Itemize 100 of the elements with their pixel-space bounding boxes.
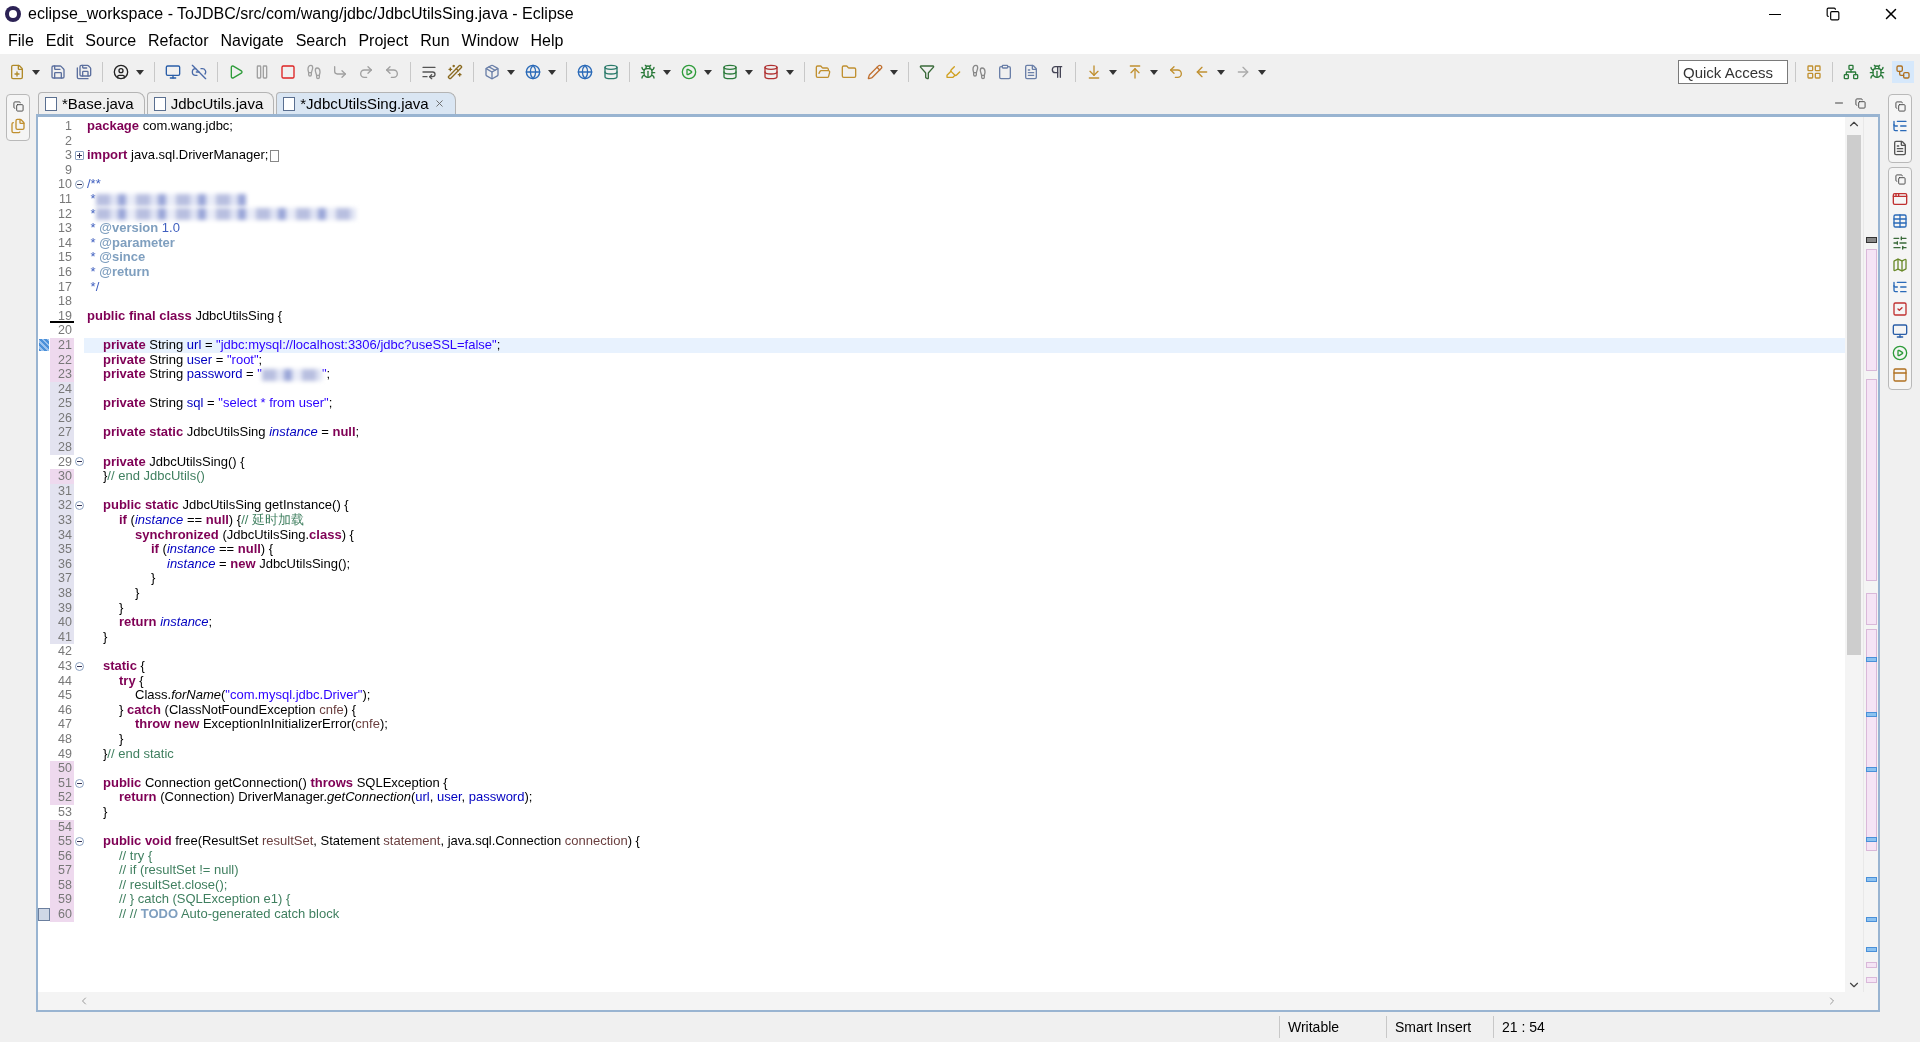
- line-number: 37: [50, 571, 74, 586]
- line-number: 59: [50, 892, 74, 908]
- menu-item[interactable]: Help: [524, 29, 570, 53]
- status-text: Smart Insert: [1386, 1016, 1493, 1038]
- editor-tab[interactable]: *JdbcUtilsSing.java: [276, 92, 456, 114]
- collapse-icon[interactable]: [74, 836, 84, 846]
- caret-icon[interactable]: [1258, 69, 1266, 75]
- console-icon[interactable]: [1892, 323, 1908, 339]
- code-line: if (instance == null) {// 延时加载: [118, 513, 304, 528]
- hierarchy-icon[interactable]: [1892, 279, 1908, 295]
- outline-icon[interactable]: [1892, 118, 1908, 134]
- close-icon[interactable]: [433, 98, 445, 109]
- java-perspective-icon[interactable]: [1892, 61, 1914, 83]
- expand-icon[interactable]: [74, 151, 84, 160]
- caret-icon[interactable]: [136, 69, 144, 75]
- window-icon[interactable]: [1892, 367, 1908, 383]
- vertical-scrollbar[interactable]: [1845, 117, 1863, 992]
- code-line: private static JdbcUtilsSing instance = null;: [102, 425, 361, 441]
- caret-icon[interactable]: [1109, 69, 1117, 75]
- menu-item[interactable]: Run: [414, 29, 456, 53]
- code-line: return (Connection) DriverManager.getConnection(url, user, password);: [119, 790, 534, 805]
- code-line: private JdbcUtilsSing() {: [102, 454, 246, 470]
- code-line: instance = new JdbcUtilsSing();: [167, 556, 352, 572]
- java-file-icon: [283, 96, 296, 111]
- code-line: // if (resultSet != null): [118, 863, 240, 878]
- code-line: return instance;: [118, 615, 214, 630]
- code-line: private String sql = "select * from user";: [102, 396, 334, 411]
- code-line: private String user = "root";: [102, 352, 263, 368]
- code-line: Class.forName("com.mysql.jdbc.Driver");: [135, 688, 372, 703]
- status-text: Writable: [1279, 1016, 1386, 1038]
- cursor-position: 21 : 54: [1493, 1016, 1600, 1038]
- code-line: public Connection getConnection() throws SQLException {: [102, 775, 449, 791]
- code-line: public void free(ResultSet resultSet, Statement statement, java.sql.Connection connection) {: [102, 834, 641, 849]
- caret-icon[interactable]: [548, 69, 556, 75]
- line-number: 50: [50, 761, 74, 776]
- menu-item[interactable]: Navigate: [214, 29, 290, 53]
- caret-icon[interactable]: [786, 69, 794, 75]
- maximize-icon[interactable]: [1855, 97, 1866, 109]
- caret-icon[interactable]: [1217, 69, 1225, 75]
- menu-item[interactable]: Search: [289, 29, 353, 53]
- code-line: * @version 1.0: [89, 221, 181, 236]
- line-number: 32: [50, 498, 74, 514]
- menu-item[interactable]: Edit: [39, 29, 80, 53]
- code-line: /**: [86, 177, 102, 192]
- collapse-icon[interactable]: [74, 180, 84, 190]
- code-line: static {: [102, 658, 146, 674]
- caret-icon[interactable]: [745, 69, 753, 75]
- restore-icon[interactable]: [1894, 174, 1906, 185]
- code-line: private String password = " ";: [102, 367, 332, 382]
- caret-icon[interactable]: [507, 69, 515, 75]
- minimize-icon: [1769, 13, 1781, 15]
- caret-icon[interactable]: [890, 69, 898, 75]
- collapse-icon[interactable]: [74, 661, 84, 671]
- map-icon[interactable]: [1892, 257, 1908, 273]
- code-line: }: [134, 586, 141, 601]
- editor-tab[interactable]: *Base.java: [38, 92, 145, 114]
- run-icon[interactable]: [1892, 345, 1908, 361]
- java-file-icon: [45, 96, 57, 111]
- line-number: 30: [50, 469, 74, 484]
- menu-item[interactable]: Source: [79, 29, 143, 53]
- caret-icon[interactable]: [32, 69, 40, 75]
- code-line: public static JdbcUtilsSing getInstance() {: [102, 498, 350, 514]
- menu-item[interactable]: File: [2, 29, 40, 53]
- code-line: }: [118, 731, 125, 747]
- code-line: if (instance == null) {: [151, 542, 274, 557]
- code-line: // try {: [119, 848, 154, 864]
- editor-tab[interactable]: JdbcUtils.java: [146, 92, 275, 114]
- restore-icon: [1826, 7, 1840, 21]
- restore-icon[interactable]: [1894, 101, 1906, 112]
- restore-icon[interactable]: [12, 101, 24, 112]
- caret-icon[interactable]: [1150, 69, 1158, 75]
- package-explorer-icon[interactable]: [10, 118, 26, 134]
- document-icon[interactable]: [1892, 140, 1908, 156]
- code-line: import java.sql.DriverManager;: [84, 148, 1845, 163]
- code-line: throw new ExceptionInInitializerError(cnfe);: [134, 717, 389, 732]
- window-title: eclipse_workspace - ToJDBC/src/com/wang/jdbc/JdbcUtilsSing.java - Eclipse: [28, 5, 575, 23]
- line-number: 33: [50, 513, 74, 528]
- line-number: 40: [50, 615, 74, 630]
- code-line: }: [150, 571, 157, 586]
- menu-item[interactable]: Refactor: [142, 29, 215, 53]
- menu-item[interactable]: Project: [352, 29, 415, 53]
- sliders-icon[interactable]: [1892, 235, 1908, 251]
- code-line: *: [84, 191, 1845, 207]
- folded-code-icon[interactable]: [270, 149, 280, 162]
- code-line: // // TODO Auto-generated catch block: [118, 907, 341, 922]
- code-line: *: [84, 206, 1845, 222]
- quick-access-field[interactable]: Quick Access: [1678, 60, 1788, 84]
- code-line: synchronized (JdbcUtilsSing.class) {: [135, 527, 355, 543]
- caret-icon[interactable]: [704, 69, 712, 75]
- line-number: 38: [50, 586, 74, 601]
- menu-item[interactable]: Window: [455, 29, 525, 53]
- line-number: 57: [50, 863, 74, 878]
- line-number: 55: [50, 834, 74, 849]
- table-icon[interactable]: [1892, 213, 1908, 229]
- collapse-icon[interactable]: [74, 778, 84, 788]
- collapse-icon[interactable]: [74, 501, 84, 511]
- collapse-icon[interactable]: [74, 457, 84, 467]
- code-line: * @parameter: [89, 235, 176, 251]
- caret-icon[interactable]: [663, 69, 671, 75]
- code-line: }// end JdbcUtils(): [102, 469, 205, 484]
